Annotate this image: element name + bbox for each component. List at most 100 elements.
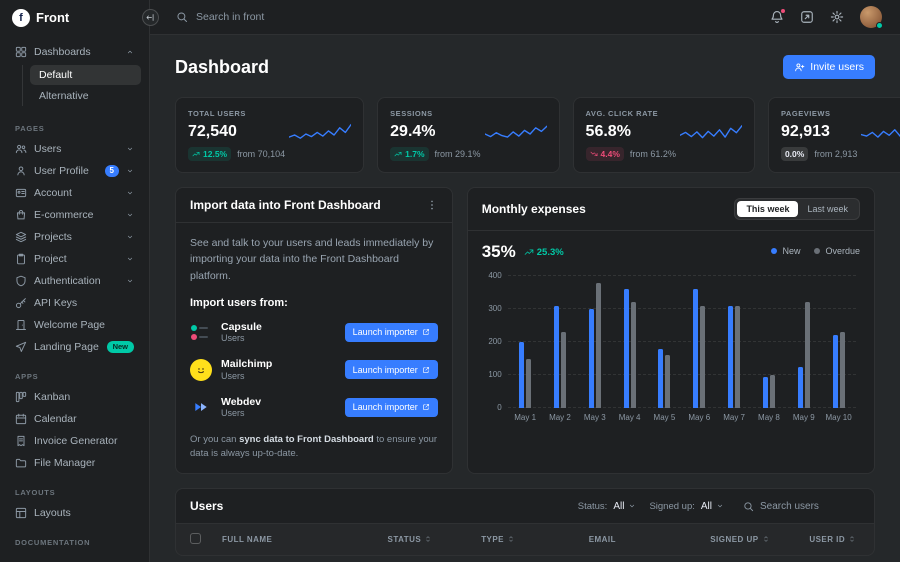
sidebar-item-welcome-page[interactable]: Welcome Page (7, 314, 142, 336)
collapse-icon (146, 13, 155, 22)
column-type[interactable]: TYPE (471, 524, 579, 555)
stat-card-body: SESSIONS 29.4% 1.7% from 29.1% (390, 109, 480, 161)
sidebar-item-users[interactable]: Users (7, 138, 142, 160)
sidebar-heading-apps: APPS (0, 358, 149, 386)
users-icon (15, 143, 27, 155)
users-search[interactable] (743, 501, 860, 512)
topbar (150, 0, 900, 35)
stat-title: SESSIONS (390, 109, 480, 118)
front-logo-icon: f (12, 9, 30, 27)
source-name: Mailchimp (221, 358, 272, 371)
main-column: Dashboard Invite users TOTAL USERS 72,54… (150, 0, 900, 562)
sidebar-item-label: Users (34, 143, 119, 155)
sidebar-item-account[interactable]: Account (7, 182, 142, 204)
new-badge: New (107, 341, 134, 354)
column-email[interactable]: EMAIL (579, 524, 701, 555)
legend-overdue[interactable]: Overdue (814, 246, 860, 256)
sidebar-item-ecommerce[interactable]: E-commerce (7, 204, 142, 226)
column-signed-up[interactable]: SIGNED UP (700, 524, 799, 555)
sidebar-subitem-alternative[interactable]: Alternative (30, 86, 141, 106)
launch-importer-button[interactable]: Launch importer (345, 360, 438, 379)
sidebar-item-invoice-generator[interactable]: Invoice Generator (7, 430, 142, 452)
settings-button[interactable] (830, 10, 844, 24)
legend-label: New (782, 246, 800, 256)
topbar-actions (770, 6, 882, 28)
expenses-card-header: Monthly expenses This week Last week (468, 188, 874, 231)
welcome-page-icon (15, 319, 27, 331)
sidebar-item-authentication[interactable]: Authentication (7, 270, 142, 292)
status-filter-select[interactable]: All (613, 501, 636, 512)
select-all-checkbox[interactable] (190, 533, 201, 544)
sidebar-item-file-manager[interactable]: File Manager (7, 452, 142, 474)
signed-up-filter-select[interactable]: All (701, 501, 724, 512)
week-toggle: This week Last week (734, 198, 860, 220)
sidebar-item-label: Projects (34, 231, 119, 243)
brand[interactable]: f Front (0, 0, 149, 35)
card-title: Monthly expenses (482, 202, 586, 216)
global-search[interactable] (176, 11, 416, 23)
toggle-last-week[interactable]: Last week (798, 201, 857, 217)
sidebar-item-label: User Profile (34, 165, 98, 177)
invite-users-button[interactable]: Invite users (783, 55, 875, 79)
sidebar-item-user-profile[interactable]: User Profile 5 (7, 160, 142, 182)
sidebar-item-dashboards[interactable]: Dashboards (7, 41, 142, 63)
card-menu-button[interactable] (426, 199, 438, 211)
sparkline-chart (680, 121, 742, 150)
column-full-name[interactable]: FULL NAME (212, 524, 378, 555)
launch-importer-button[interactable]: Launch importer (345, 398, 438, 417)
source-name: Capsule (221, 321, 262, 334)
users-search-input[interactable] (760, 501, 860, 512)
avatar[interactable] (860, 6, 882, 28)
brand-name: Front (36, 10, 69, 25)
delta-badge: 12.5% (188, 147, 231, 161)
source-text: Capsule Users (221, 321, 262, 344)
trend-up-icon (394, 150, 402, 158)
expenses-value: 35% (482, 242, 516, 262)
chevron-down-icon (126, 277, 134, 285)
sidebar-item-projects[interactable]: Projects (7, 226, 142, 248)
expenses-card-body: 35% 25.3% New Overdue 0100200300400 (468, 231, 874, 432)
search-input[interactable] (196, 11, 416, 23)
stat-value: 56.8% (586, 123, 676, 141)
sidebar-item-kanban[interactable]: Kanban (7, 386, 142, 408)
import-source-mailchimp: Mailchimp Users Launch importer (190, 358, 438, 381)
launch-importer-button[interactable]: Launch importer (345, 323, 438, 342)
monthly-expenses-card: Monthly expenses This week Last week 35%… (467, 187, 875, 474)
external-link-icon (422, 366, 430, 374)
sidebar-item-api-keys[interactable]: API Keys (7, 292, 142, 314)
shortcuts-button[interactable] (800, 10, 814, 24)
column-status[interactable]: STATUS (378, 524, 472, 555)
stat-meta: 12.5% from 70,104 (188, 147, 285, 161)
sidebar-item-landing-page[interactable]: Landing Page New (7, 336, 142, 358)
x-tick-label: May 5 (647, 413, 682, 422)
sidebar-collapse-button[interactable] (142, 9, 159, 26)
column-user-id[interactable]: USER ID (799, 524, 874, 555)
bar-overdue (596, 283, 601, 408)
notifications-button[interactable] (770, 10, 784, 24)
sidebar-item-label: E-commerce (34, 209, 119, 221)
bar-new (589, 309, 594, 408)
webdev-logo (190, 396, 212, 418)
sidebar-item-calendar[interactable]: Calendar (7, 408, 142, 430)
x-tick-label: May 6 (682, 413, 717, 422)
bar-group (752, 276, 787, 408)
toggle-this-week[interactable]: This week (737, 201, 798, 217)
stat-card-body: PAGEVIEWS 92,913 0.0% from 2,913 (781, 109, 857, 161)
delta-badge: 1.7% (390, 147, 428, 161)
layouts-icon (15, 507, 27, 519)
sidebar-item-label: Dashboards (34, 46, 119, 58)
stat-meta: 0.0% from 2,913 (781, 147, 857, 161)
dashboards-icon (15, 46, 27, 58)
trend-down-icon (590, 150, 598, 158)
sort-icon (507, 535, 515, 543)
sidebar-item-layouts[interactable]: Layouts (7, 502, 142, 524)
sidebar-item-project[interactable]: Project (7, 248, 142, 270)
sidebar-subitem-default[interactable]: Default (30, 65, 141, 85)
delta-value: 1.7% (405, 150, 424, 159)
footer-prefix: Or you can (190, 434, 239, 445)
stat-card-avg-click-rate: AVG. CLICK RATE 56.8% 4.4% from 61.2% (573, 97, 755, 173)
landing-page-icon (15, 341, 27, 353)
legend-new[interactable]: New (771, 246, 800, 256)
delta-badge: 0.0% (781, 147, 808, 161)
main-content: Dashboard Invite users TOTAL USERS 72,54… (150, 35, 900, 562)
